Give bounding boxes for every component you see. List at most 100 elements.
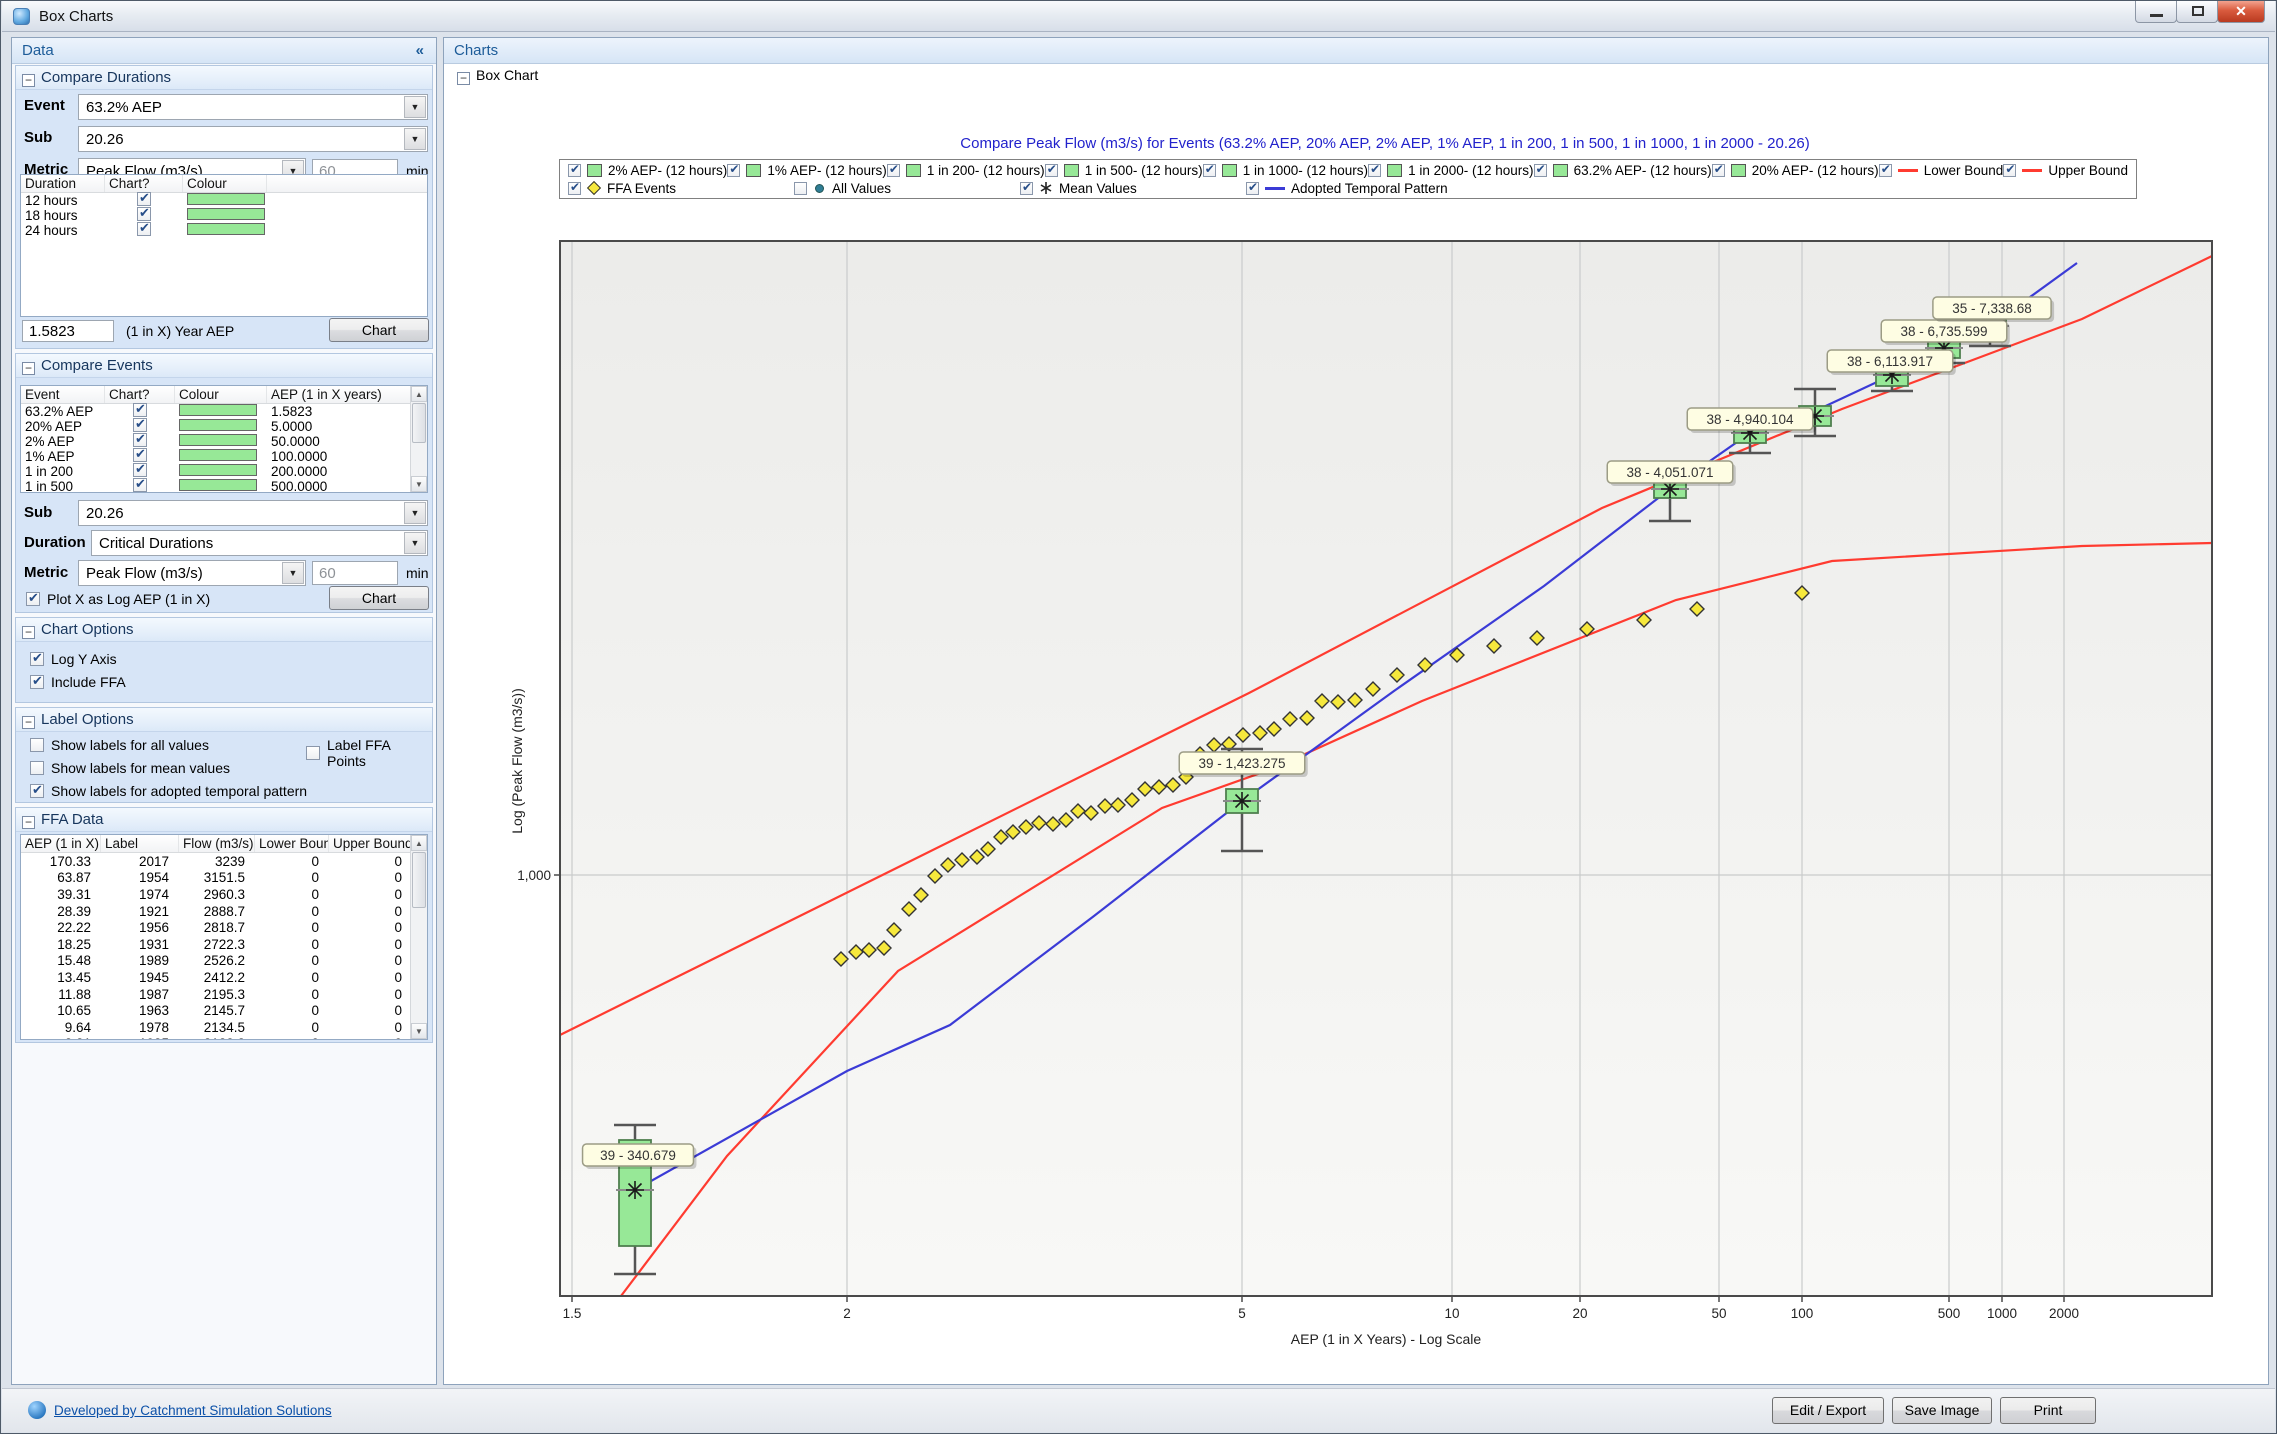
close-button[interactable]: ✕ — [2217, 1, 2265, 23]
label-option-checkbox[interactable] — [30, 738, 44, 752]
scrollbar-thumb[interactable] — [412, 403, 426, 443]
column-header[interactable]: Upper Bound — [329, 835, 412, 852]
dropdown-arrow-icon[interactable]: ▼ — [404, 532, 426, 554]
row-checkbox[interactable] — [133, 433, 147, 447]
row-checkbox[interactable] — [133, 403, 147, 417]
chart-button-events[interactable]: Chart — [329, 586, 429, 610]
dropdown-arrow-icon[interactable]: ▼ — [282, 562, 304, 584]
row-checkbox[interactable] — [137, 192, 151, 206]
legend-checkbox[interactable] — [1020, 182, 1033, 195]
column-header[interactable]: AEP (1 in X) — [21, 835, 101, 852]
legend-checkbox[interactable] — [1368, 164, 1381, 177]
edit-export-button[interactable]: Edit / Export — [1772, 1397, 1884, 1424]
scrollbar-thumb[interactable] — [412, 852, 426, 908]
title-bar[interactable]: Box Charts ✕ — [2, 1, 2275, 32]
compare-durations-header[interactable]: −Compare Durations — [16, 66, 432, 90]
events-metric-dropdown[interactable]: Peak Flow (m3/s)▼ — [78, 560, 306, 586]
event-dropdown[interactable]: 63.2% AEP▼ — [78, 94, 428, 120]
column-header[interactable]: AEP (1 in X years) — [267, 386, 427, 403]
legend-checkbox[interactable] — [1534, 164, 1547, 177]
legend-checkbox[interactable] — [568, 182, 581, 195]
colour-swatch[interactable] — [179, 419, 257, 431]
label-option-checkbox[interactable] — [30, 761, 44, 775]
collapse-section-icon[interactable]: − — [22, 362, 35, 375]
colour-swatch[interactable] — [179, 449, 257, 461]
column-header[interactable]: Colour — [183, 175, 267, 192]
minimize-button[interactable] — [2135, 1, 2177, 23]
row-checkbox[interactable] — [133, 418, 147, 432]
dropdown-arrow-icon[interactable]: ▼ — [404, 502, 426, 524]
column-header[interactable]: Lower Bound — [255, 835, 329, 852]
column-header[interactable]: Chart? — [105, 175, 183, 192]
column-header[interactable]: Duration — [21, 175, 105, 192]
chart-options-header[interactable]: −Chart Options — [16, 618, 432, 642]
column-header[interactable]: Event — [21, 386, 105, 403]
chart-checkbox-cell — [105, 222, 183, 239]
sub-dropdown[interactable]: 20.26▼ — [78, 126, 428, 152]
row-checkbox[interactable] — [137, 222, 151, 236]
column-header[interactable]: Label — [101, 835, 179, 852]
legend-checkbox[interactable] — [727, 164, 740, 177]
close-icon: ✕ — [2218, 1, 2264, 21]
chart-option-checkbox[interactable] — [30, 675, 44, 689]
row-checkbox[interactable] — [133, 463, 147, 477]
collapse-section-icon[interactable]: − — [22, 816, 35, 829]
row-checkbox[interactable] — [137, 207, 151, 221]
scroll-down-icon[interactable]: ▼ — [411, 476, 427, 492]
events-duration-dropdown[interactable]: Critical Durations▼ — [91, 530, 428, 556]
ffa-table-scrollbar[interactable]: ▲ ▼ — [410, 835, 427, 1039]
ffa-cell: 1956 — [101, 920, 179, 935]
column-header[interactable]: Colour — [175, 386, 267, 403]
dropdown-arrow-icon[interactable]: ▼ — [404, 128, 426, 150]
label-options-header[interactable]: −Label Options — [16, 708, 432, 732]
legend-checkbox[interactable] — [1712, 164, 1725, 177]
legend-checkbox[interactable] — [794, 182, 807, 195]
legend-checkbox[interactable] — [1879, 164, 1892, 177]
legend-checkbox[interactable] — [1203, 164, 1216, 177]
box-chart-group-header[interactable]: −Box Chart — [457, 67, 538, 85]
chart-button-durations[interactable]: Chart — [329, 318, 429, 342]
chart-option-checkbox[interactable] — [30, 652, 44, 666]
ffa-data-header[interactable]: −FFA Data — [16, 808, 432, 832]
maximize-button[interactable] — [2176, 1, 2218, 23]
collapse-section-icon[interactable]: − — [22, 716, 35, 729]
collapse-panel-button[interactable]: « — [416, 42, 424, 59]
developer-link[interactable]: Developed by Catchment Simulation Soluti… — [54, 1403, 332, 1418]
label-ffa-points-option-checkbox[interactable] — [306, 746, 320, 760]
column-header[interactable]: Chart? — [105, 386, 175, 403]
label-option-checkbox[interactable] — [30, 784, 44, 798]
legend-checkbox[interactable] — [887, 164, 900, 177]
legend-checkbox[interactable] — [2003, 164, 2016, 177]
colour-swatch[interactable] — [187, 223, 265, 235]
save-image-button[interactable]: Save Image — [1892, 1397, 1992, 1424]
scroll-up-icon[interactable]: ▲ — [411, 386, 427, 402]
colour-swatch[interactable] — [179, 434, 257, 446]
events-metric-minutes-input[interactable] — [312, 561, 398, 585]
colour-swatch[interactable] — [179, 404, 257, 416]
scroll-down-icon[interactable]: ▼ — [411, 1023, 427, 1039]
plot-x-log-checkbox[interactable] — [26, 592, 40, 606]
year-aep-input[interactable] — [22, 320, 114, 342]
collapse-section-icon[interactable]: − — [22, 74, 35, 87]
legend-checkbox[interactable] — [1045, 164, 1058, 177]
events-table-scrollbar[interactable]: ▲ ▼ — [410, 386, 427, 492]
legend-checkbox[interactable] — [1246, 182, 1259, 195]
x-tick-label: 100 — [1791, 1306, 1814, 1321]
column-header[interactable]: Flow (m3/s) — [179, 835, 255, 852]
dropdown-arrow-icon[interactable]: ▼ — [404, 96, 426, 118]
row-checkbox[interactable] — [133, 478, 147, 492]
legend-checkbox[interactable] — [568, 164, 581, 177]
colour-swatch[interactable] — [179, 479, 257, 491]
collapse-section-icon[interactable]: − — [22, 626, 35, 639]
value-label-text: 38 - 6,735.599 — [1900, 324, 1987, 339]
collapse-section-icon[interactable]: − — [457, 72, 470, 85]
colour-swatch[interactable] — [179, 464, 257, 476]
colour-swatch[interactable] — [187, 193, 265, 205]
print-button[interactable]: Print — [2000, 1397, 2096, 1424]
compare-events-header[interactable]: −Compare Events — [16, 354, 432, 378]
row-checkbox[interactable] — [133, 448, 147, 462]
colour-swatch[interactable] — [187, 208, 265, 220]
ffa-cell: 0 — [255, 987, 329, 1002]
scroll-up-icon[interactable]: ▲ — [411, 835, 427, 851]
events-sub-dropdown[interactable]: 20.26▼ — [78, 500, 428, 526]
